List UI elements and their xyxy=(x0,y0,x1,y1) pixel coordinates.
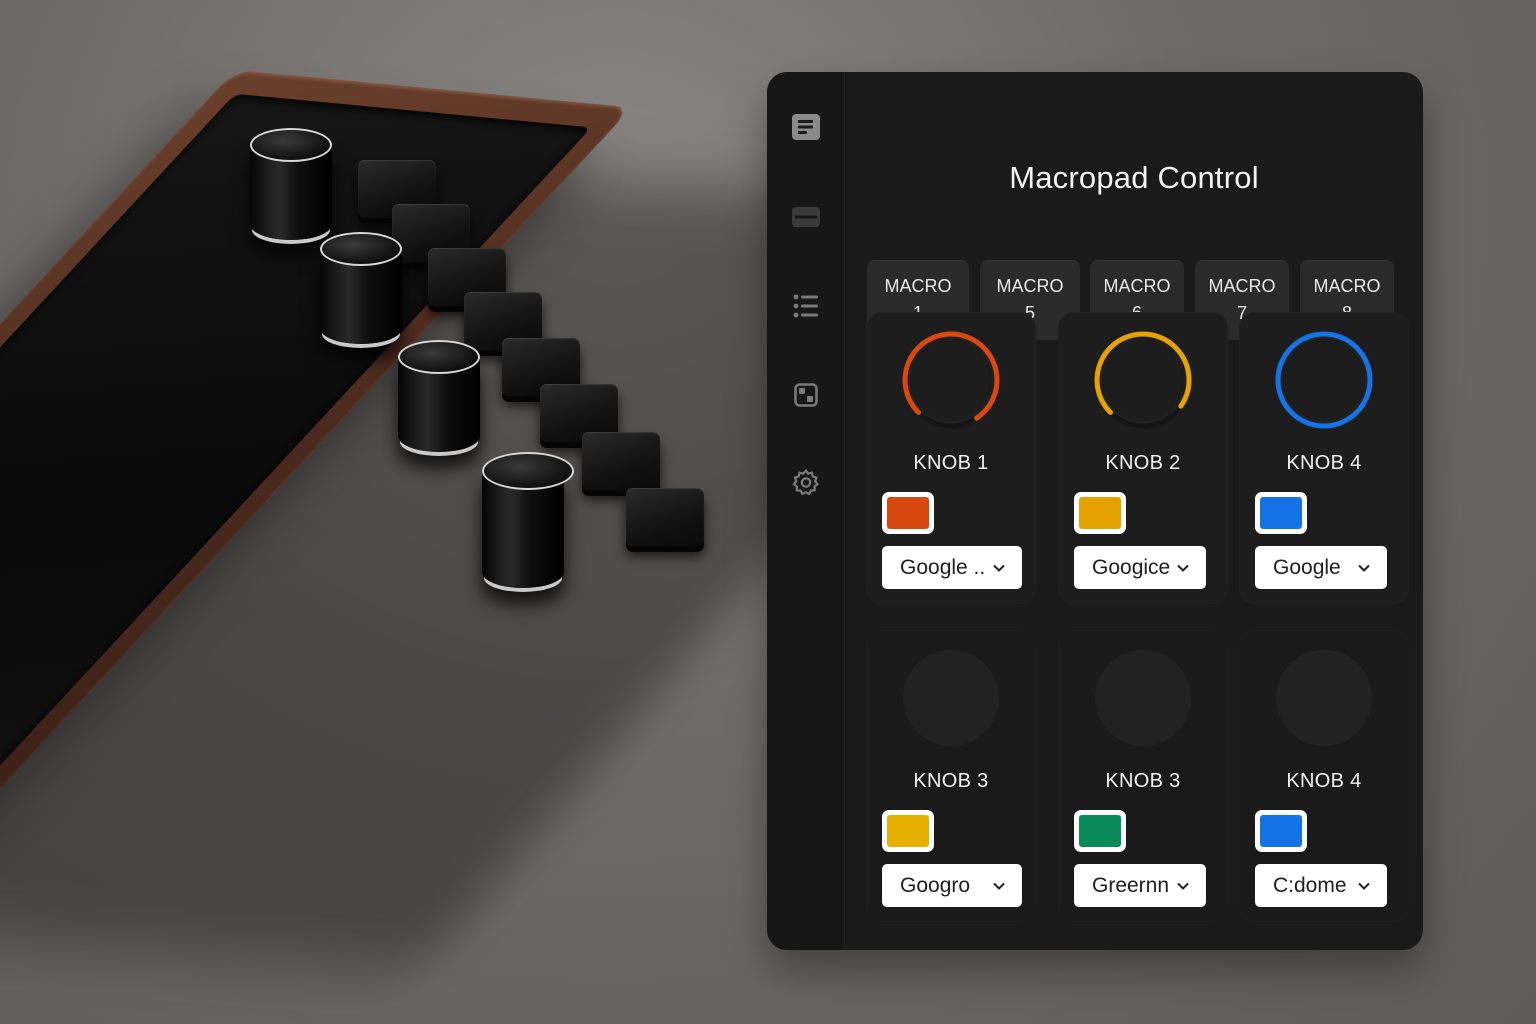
macro-label: MACRO xyxy=(1103,276,1171,296)
select-value: Google xyxy=(1273,555,1341,579)
hardware-knob xyxy=(398,340,480,460)
hardware-key xyxy=(626,488,704,546)
knob-card: KNOB 2 Googice xyxy=(1058,312,1228,604)
sidebar xyxy=(767,72,845,950)
knob-label: KNOB 1 xyxy=(913,452,989,474)
action-select[interactable]: Google .. xyxy=(882,546,1022,589)
knob-label: KNOB 3 xyxy=(1105,770,1181,792)
knob-face xyxy=(1283,339,1365,421)
knob-dial[interactable] xyxy=(1274,648,1374,748)
knob-dial[interactable] xyxy=(901,330,1001,430)
chevron-down-icon xyxy=(993,564,1005,572)
knob-card: KNOB 4 Google xyxy=(1239,312,1409,604)
select-value: Googro xyxy=(900,873,971,897)
knob-body xyxy=(1095,650,1191,746)
swatch-fill xyxy=(1079,497,1121,529)
knob-card: KNOB 3 Greernn xyxy=(1058,630,1228,922)
chevron-down-icon xyxy=(1177,564,1189,572)
knob-dial[interactable] xyxy=(1093,648,1193,748)
chevron-down-icon xyxy=(1177,882,1189,890)
knob-card: KNOB 4 C:dome xyxy=(1239,630,1409,922)
hardware-knob xyxy=(250,128,332,248)
color-swatch[interactable] xyxy=(882,810,934,852)
document-icon[interactable] xyxy=(789,110,823,144)
macro-label: MACRO xyxy=(1313,276,1381,296)
knob-dial[interactable] xyxy=(901,648,1001,748)
knob-label: KNOB 2 xyxy=(1105,452,1181,474)
knob-card: KNOB 1 Google .. xyxy=(866,312,1036,604)
hardware-knob xyxy=(482,452,574,588)
select-value: C:dome xyxy=(1273,873,1347,897)
chevron-down-icon xyxy=(993,882,1005,890)
hardware-knob xyxy=(320,232,402,352)
page-title: Macropad Control xyxy=(1009,160,1259,195)
knob-face xyxy=(1102,339,1184,421)
hardware-key xyxy=(582,432,660,490)
knob-dial[interactable] xyxy=(1093,330,1193,430)
action-select[interactable]: C:dome xyxy=(1255,864,1387,907)
knob-body xyxy=(903,650,999,746)
select-value: Greernn xyxy=(1092,873,1170,897)
chevron-down-icon xyxy=(1358,564,1370,572)
macropad-control-panel: Macropad Control MACRO 1 MACRO 5 MACRO 6… xyxy=(767,72,1423,950)
knob-face xyxy=(910,339,992,421)
knob-label: KNOB 3 xyxy=(913,770,989,792)
select-value: Google .. xyxy=(900,555,986,579)
macro-label: MACRO xyxy=(884,276,952,296)
layout-icon[interactable] xyxy=(789,378,823,412)
swatch-fill xyxy=(1260,497,1302,529)
action-select[interactable]: Greernn xyxy=(1074,864,1206,907)
layers-icon[interactable] xyxy=(789,200,823,234)
macro-label: MACRO xyxy=(996,276,1064,296)
knob-label: KNOB 4 xyxy=(1286,770,1362,792)
macro-label: MACRO xyxy=(1208,276,1276,296)
knob-label: KNOB 4 xyxy=(1286,452,1362,474)
select-value: Googice xyxy=(1092,555,1171,579)
color-swatch[interactable] xyxy=(882,492,934,534)
list-icon[interactable] xyxy=(789,289,823,323)
action-select[interactable]: Googro xyxy=(882,864,1022,907)
gear-icon[interactable] xyxy=(789,465,823,499)
knob-card: KNOB 3 Googro xyxy=(866,630,1036,922)
swatch-fill xyxy=(1079,815,1121,847)
color-swatch[interactable] xyxy=(1255,810,1307,852)
color-swatch[interactable] xyxy=(1074,492,1126,534)
action-select[interactable]: Googice xyxy=(1074,546,1206,589)
color-swatch[interactable] xyxy=(1255,492,1307,534)
swatch-fill xyxy=(887,497,929,529)
knob-dial[interactable] xyxy=(1274,330,1374,430)
knob-body xyxy=(1276,650,1372,746)
chevron-down-icon xyxy=(1358,882,1370,890)
action-select[interactable]: Google xyxy=(1255,546,1387,589)
swatch-fill xyxy=(887,815,929,847)
color-swatch[interactable] xyxy=(1074,810,1126,852)
macropad-photo xyxy=(0,0,1066,1024)
swatch-fill xyxy=(1260,815,1302,847)
